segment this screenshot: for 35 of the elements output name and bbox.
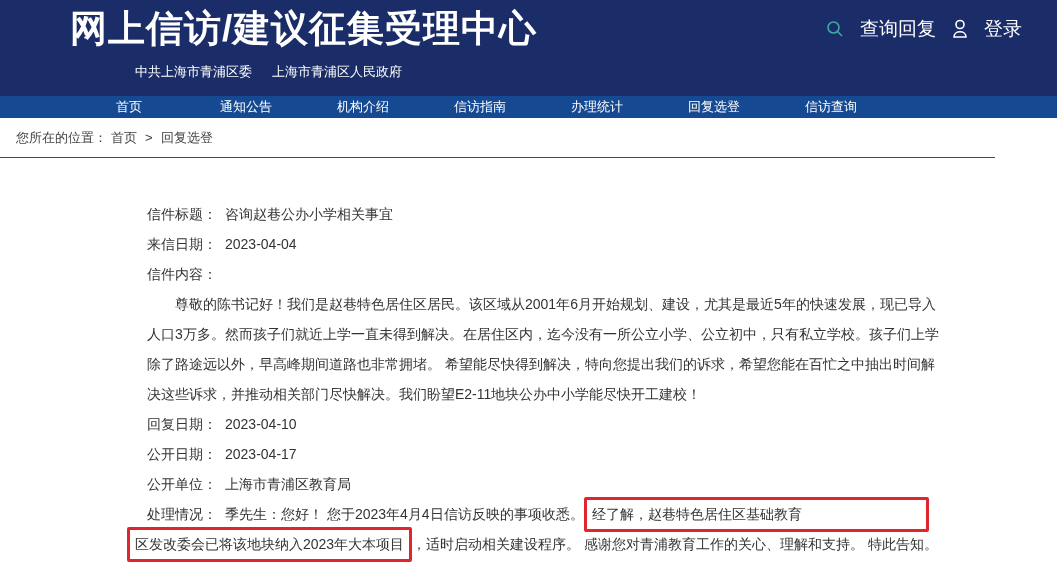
nav-item[interactable]: 办理统计 <box>538 96 655 118</box>
field-value: 咨询赵巷公办小学相关事宜 <box>225 204 393 224</box>
breadcrumb-separator: > <box>145 128 153 147</box>
search-icon[interactable] <box>826 20 844 38</box>
breadcrumb-link[interactable]: 首页 <box>111 127 137 148</box>
nav-item[interactable]: 首页 <box>70 96 187 118</box>
query-reply-link[interactable]: 查询回复 <box>860 14 936 44</box>
field-label: 来信日期： <box>147 234 217 254</box>
highlighted-text: 区发改委会已将该地块纳入2023年大本项目 <box>127 526 413 562</box>
nav-item[interactable]: 回复选登 <box>655 96 772 118</box>
field-value: 2023-04-04 <box>225 234 297 254</box>
breadcrumb-link[interactable]: 回复选登 <box>160 127 213 148</box>
highlighted-text: 经了解，赵巷特色居住区基础教育 <box>583 496 929 532</box>
header-subtitle: 中共上海市青浦区委 <box>135 63 252 81</box>
field-value: 2023-04-17 <box>225 444 297 464</box>
login-link[interactable]: 登录 <box>984 14 1022 44</box>
site-title: 网上信访/建议征集受理中心 <box>70 7 538 51</box>
field-value: 上海市青浦区教育局 <box>225 474 351 494</box>
header-subtitle: 上海市青浦区人民政府 <box>272 63 402 81</box>
breadcrumb-prefix: 您所在的位置： <box>16 128 107 147</box>
field-label: 处理情况： <box>147 504 217 524</box>
field-label: 信件内容： <box>147 264 217 284</box>
nav-item[interactable]: 机构介绍 <box>304 96 421 118</box>
field-value: 2023-04-10 <box>225 414 297 434</box>
nav-item[interactable]: 信访指南 <box>421 96 538 118</box>
field-label: 公开日期： <box>147 444 217 464</box>
user-icon[interactable] <box>952 19 968 39</box>
letter-content: 尊敬的陈书记好！我们是赵巷特色居住区居民。该区域从2001年6月开始规划、建设，尤其是最近5年的快速发展，现已导入人口3万多。然而孩子们就近上学一直未得到解决。在居住区内，迄今没有一所公立小学、公立初中，只有私立学校。孩子们上学除了路途远以外，早高峰期间道路也非常拥堵。 希望能尽快得到解决，特向您提出我们的诉求，希望您能在百忙之中抽出时间解决这些诉求，并推动相关部门尽快解决。我们盼望E2-11地块公办中小学能尽快开工建校！ <box>147 295 940 404</box>
reply-text: ，适时启动相关建设程序。 感谢您对青浦教育工作的关心、理解和支持。 特此告知。 <box>412 534 938 554</box>
field-label: 信件标题： <box>147 204 217 224</box>
nav-item[interactable]: 信访查询 <box>772 96 889 118</box>
reply-text: 季先生：您好！ 您于2023年4月4日信访反映的事项收悉。 <box>225 504 584 524</box>
field-label: 回复日期： <box>147 414 217 434</box>
nav-item[interactable]: 通知公告 <box>187 96 304 118</box>
field-label: 公开单位： <box>147 474 217 494</box>
